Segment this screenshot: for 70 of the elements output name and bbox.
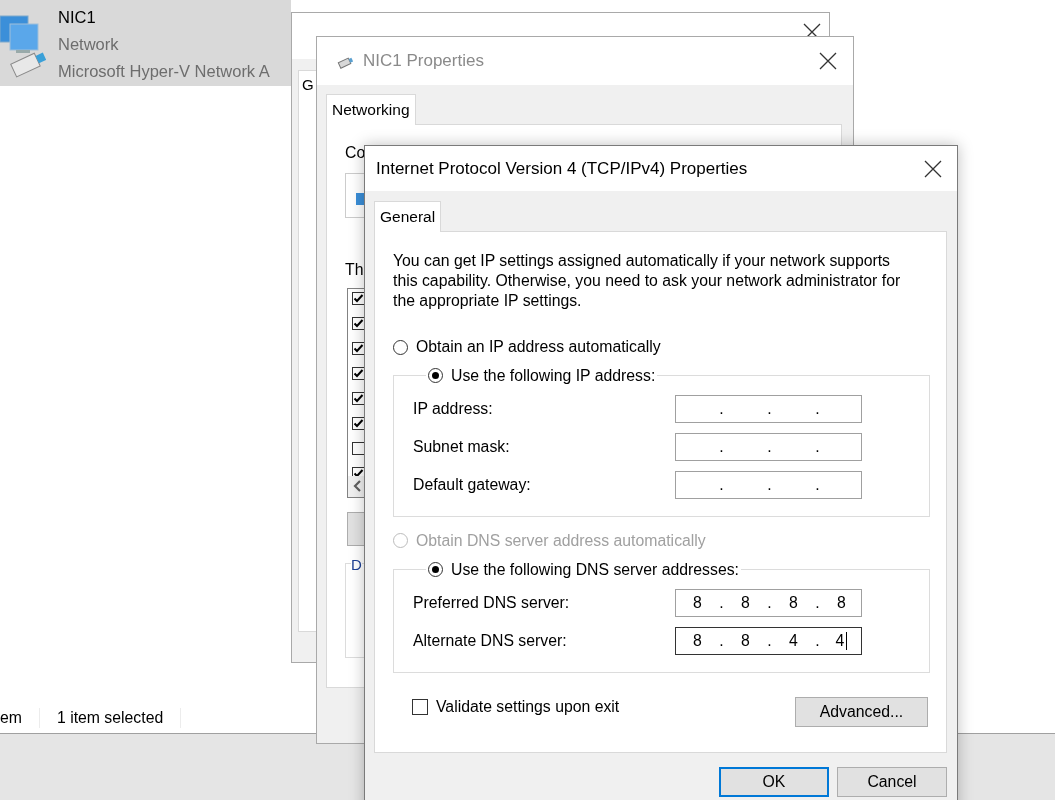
ip-address-field[interactable]: . . . [675, 432, 862, 461]
octet-text: 8 [741, 630, 750, 651]
chevron-left-icon[interactable] [352, 479, 363, 494]
ip-address-field[interactable]: . . . [675, 470, 862, 499]
check-icon [353, 393, 364, 404]
check-icon [353, 318, 364, 329]
dot-separator: . [718, 475, 725, 496]
dot-separator: . [718, 630, 725, 651]
dot-separator: . [766, 475, 773, 496]
status-text: 1 item selected [56, 708, 164, 729]
dot-separator: . [718, 437, 725, 458]
description-text: You can get IP settings assigned automatically if your network supports this capability. Otherwise, you need to ask your network administrator for the appropriate IP settings. [393, 251, 902, 312]
tab[interactable]: General [374, 201, 442, 233]
radio-button[interactable] [428, 368, 443, 384]
list-item[interactable]: NIC1 Network Microsoft Hyper-V Network A [0, 0, 291, 86]
dialog-button[interactable]: OK [719, 767, 829, 798]
check-icon [353, 343, 364, 354]
field-label: Preferred DNS server: [413, 592, 571, 613]
octet-text: 4 [789, 630, 798, 651]
octet-text: 4 [835, 630, 845, 651]
close-icon[interactable] [924, 159, 942, 178]
check-icon [353, 468, 364, 479]
section-label: Th [345, 259, 364, 280]
checkbox-label: Validate settings upon exit [436, 696, 620, 717]
tab[interactable]: Networking [326, 94, 416, 126]
radio-button[interactable] [393, 339, 408, 355]
plug-icon [337, 56, 355, 70]
radio-label: Use the following DNS server addresses: [451, 559, 739, 580]
dot-separator: . [814, 592, 821, 613]
dot-separator: . [766, 592, 773, 613]
item-device: Microsoft Hyper-V Network A [58, 61, 270, 82]
field-label: Subnet mask: [413, 437, 511, 458]
dot-separator: . [766, 399, 773, 420]
field-label: IP address: [413, 399, 494, 420]
ip-address-field[interactable]: 8 . 8 . 4 . 4 [675, 626, 862, 655]
status-text: em [0, 708, 22, 729]
radio-label: Obtain an IP address automatically [416, 337, 661, 358]
dot-separator: . [766, 437, 773, 458]
radio-label: Obtain DNS server address automatically [416, 530, 706, 551]
close-icon[interactable] [819, 52, 837, 70]
check-icon [353, 368, 364, 379]
dot-separator: . [718, 592, 725, 613]
octet-text: 8 [693, 630, 702, 651]
item-name: NIC1 [58, 7, 97, 28]
dialog-button[interactable]: Cancel [837, 767, 947, 798]
checkbox[interactable] [412, 698, 428, 715]
field-label: Default gateway: [413, 475, 532, 496]
ip-address-field[interactable]: . . . [675, 394, 862, 423]
octet-text: 8 [741, 592, 750, 613]
advanced-button[interactable]: Advanced... [795, 696, 928, 727]
item-type: Network [58, 34, 120, 55]
check-icon [353, 418, 364, 429]
radio-button[interactable] [428, 562, 443, 578]
window-title: Internet Protocol Version 4 (TCP/IPv4) Properties [376, 157, 748, 180]
octet-text: 8 [693, 592, 702, 613]
ip-address-field[interactable]: 8 . 8 . 8 . 8 [675, 588, 862, 617]
octet-text: 8 [789, 592, 798, 613]
dot-separator: . [814, 630, 821, 651]
dot-separator: . [814, 437, 821, 458]
dot-separator: . [766, 630, 773, 651]
octet-text: 8 [837, 592, 846, 613]
section-label: Co [345, 143, 366, 164]
text-cursor [846, 631, 848, 650]
dot-separator: . [814, 475, 821, 496]
radio-label: Use the following IP address: [451, 365, 656, 386]
dot-separator: . [814, 399, 821, 420]
check-icon [353, 293, 364, 304]
dot-separator: . [718, 399, 725, 420]
window-title: NIC1 Properties [363, 50, 484, 73]
field-label: Alternate DNS server: [413, 630, 568, 651]
